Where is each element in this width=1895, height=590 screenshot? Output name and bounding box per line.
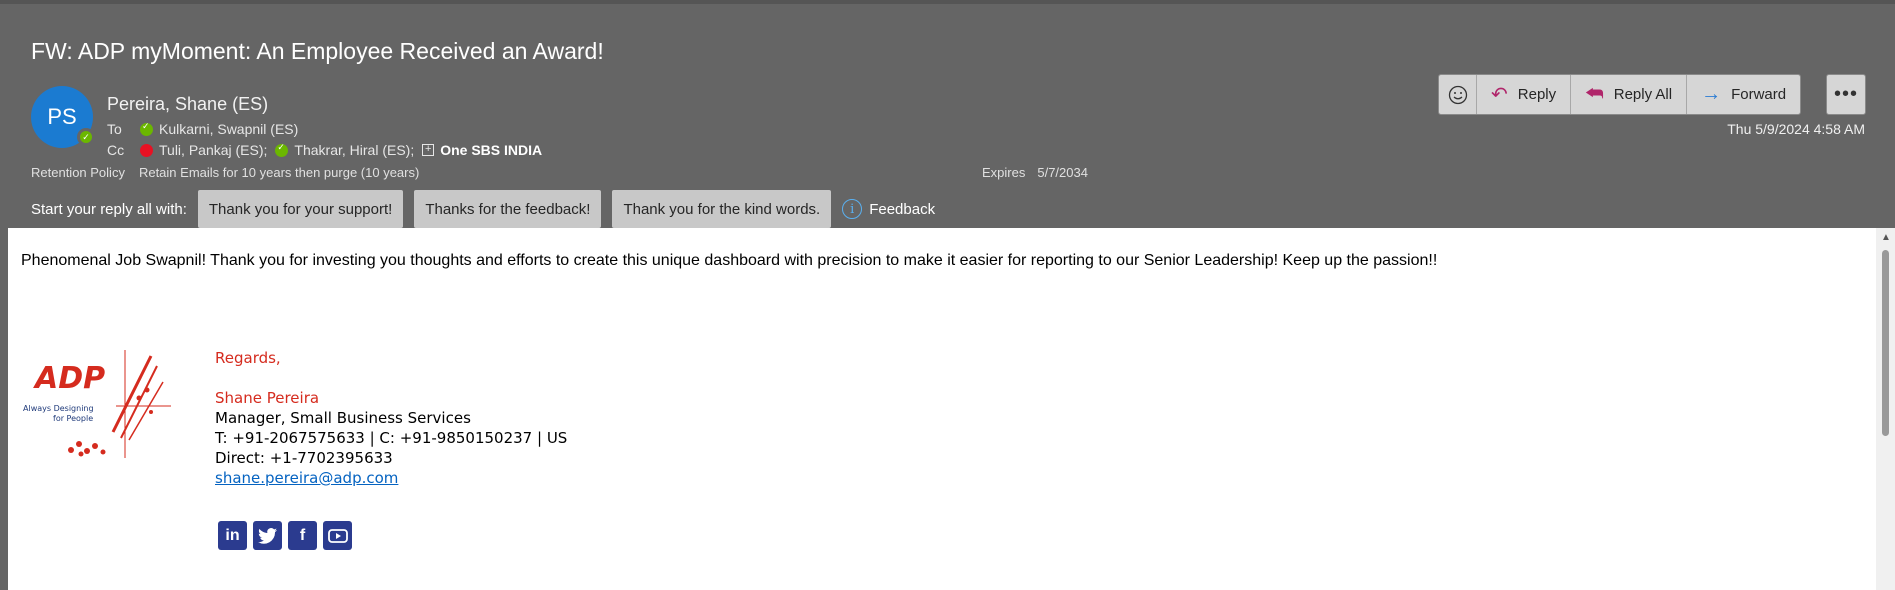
signature-direct: Direct: +1-7702395633 [215, 449, 393, 467]
retention-policy: Retention Policy Retain Emails for 10 ye… [31, 165, 419, 180]
reading-pane-header: FW: ADP myMoment: An Employee Received a… [0, 0, 1895, 228]
react-button[interactable] [1439, 75, 1477, 114]
presence-available-icon [275, 142, 289, 157]
suggested-reply-button[interactable]: Thanks for the feedback! [414, 190, 602, 228]
logo-tagline: Always Designing [23, 404, 94, 413]
recipient-cc[interactable]: Tuli, Pankaj (ES); [159, 142, 267, 158]
forward-label: Forward [1731, 86, 1787, 103]
message-text: Phenomenal Job Swapnil! Thank you for in… [21, 252, 1438, 269]
avatar-initials: PS [47, 104, 77, 129]
to-label: To [107, 121, 122, 137]
retention-label: Retention Policy [31, 165, 125, 180]
scrollbar-thumb[interactable] [1882, 250, 1889, 436]
suggested-reply-button[interactable]: Thank you for the kind words. [612, 190, 832, 228]
logo-tagline: for People [53, 414, 93, 423]
signature-block: Regards, Shane Pereira Manager, Small Bu… [215, 348, 567, 488]
presence-busy-icon [140, 143, 153, 157]
sender-name[interactable]: Pereira, Shane (ES) [107, 94, 268, 115]
feedback-button[interactable]: i Feedback [842, 199, 935, 219]
facebook-icon[interactable]: f [288, 521, 317, 550]
email-subject: FW: ADP myMoment: An Employee Received a… [31, 38, 604, 64]
linkedin-icon[interactable]: in [218, 521, 247, 550]
recipient-cc-group[interactable]: One SBS INDIA [440, 142, 542, 158]
presence-available-icon [140, 121, 153, 136]
scroll-up-icon[interactable]: ▲ [1881, 232, 1891, 243]
expand-group-icon[interactable]: + [422, 144, 435, 156]
reply-all-button[interactable]: ⮪ Reply All [1571, 75, 1688, 114]
social-links: in f [218, 521, 352, 550]
to-line: To Kulkarni, Swapnil (ES) [107, 121, 298, 138]
feedback-label: Feedback [869, 200, 936, 218]
message-body: Phenomenal Job Swapnil! Thank you for in… [8, 228, 1876, 590]
sender-avatar[interactable]: PS ✓ [31, 86, 95, 148]
youtube-icon[interactable] [323, 521, 352, 550]
cc-line: Cc Tuli, Pankaj (ES); Thakrar, Hiral (ES… [107, 142, 542, 159]
signature-title: Manager, Small Business Services [215, 409, 471, 427]
suggested-replies: Start your reply all with: Thank you for… [31, 190, 935, 228]
reply-icon: ↶ [1491, 84, 1508, 106]
expires-value: 5/7/2034 [1037, 165, 1088, 180]
recipient-to[interactable]: Kulkarni, Swapnil (ES) [159, 121, 298, 137]
cc-label: Cc [107, 142, 125, 158]
recipient-cc[interactable]: Thakrar, Hiral (ES); [294, 142, 414, 158]
signature-regards: Regards, [215, 349, 281, 367]
expires-label: Expires [982, 165, 1026, 180]
presence-available-icon: ✓ [77, 128, 95, 146]
signature-name: Shane Pereira [215, 389, 320, 407]
received-date: Thu 5/9/2024 4:58 AM [1727, 121, 1865, 137]
suggested-replies-prompt: Start your reply all with: [31, 200, 187, 218]
twitter-icon[interactable] [253, 521, 282, 550]
message-actions: ↶ Reply ⮪ Reply All → Forward [1438, 74, 1802, 115]
reply-label: Reply [1517, 86, 1557, 103]
info-icon: i [842, 199, 863, 219]
more-actions-button[interactable]: ••• [1826, 74, 1866, 115]
reply-button[interactable]: ↶ Reply [1477, 75, 1572, 114]
forward-icon: → [1701, 83, 1722, 105]
logo-text: ADP [33, 361, 105, 396]
forward-button[interactable]: → Forward [1687, 75, 1801, 114]
expires-info: Expires 5/7/2034 [982, 165, 1088, 180]
adp-logo: ADP Always Designing for People [23, 350, 171, 458]
vertical-scrollbar[interactable]: ▲ [1876, 228, 1895, 590]
more-icon: ••• [1833, 83, 1858, 105]
emoji-icon [1448, 85, 1467, 104]
reply-all-label: Reply All [1613, 86, 1673, 103]
reply-all-icon: ⮪ [1585, 83, 1604, 105]
suggested-reply-button[interactable]: Thank you for your support! [197, 190, 404, 228]
signature-email-link[interactable]: shane.pereira@adp.com [215, 469, 398, 487]
retention-value: Retain Emails for 10 years then purge (1… [138, 165, 420, 180]
signature-phones: T: +91-2067575633 | C: +91-9850150237 | … [215, 429, 568, 447]
